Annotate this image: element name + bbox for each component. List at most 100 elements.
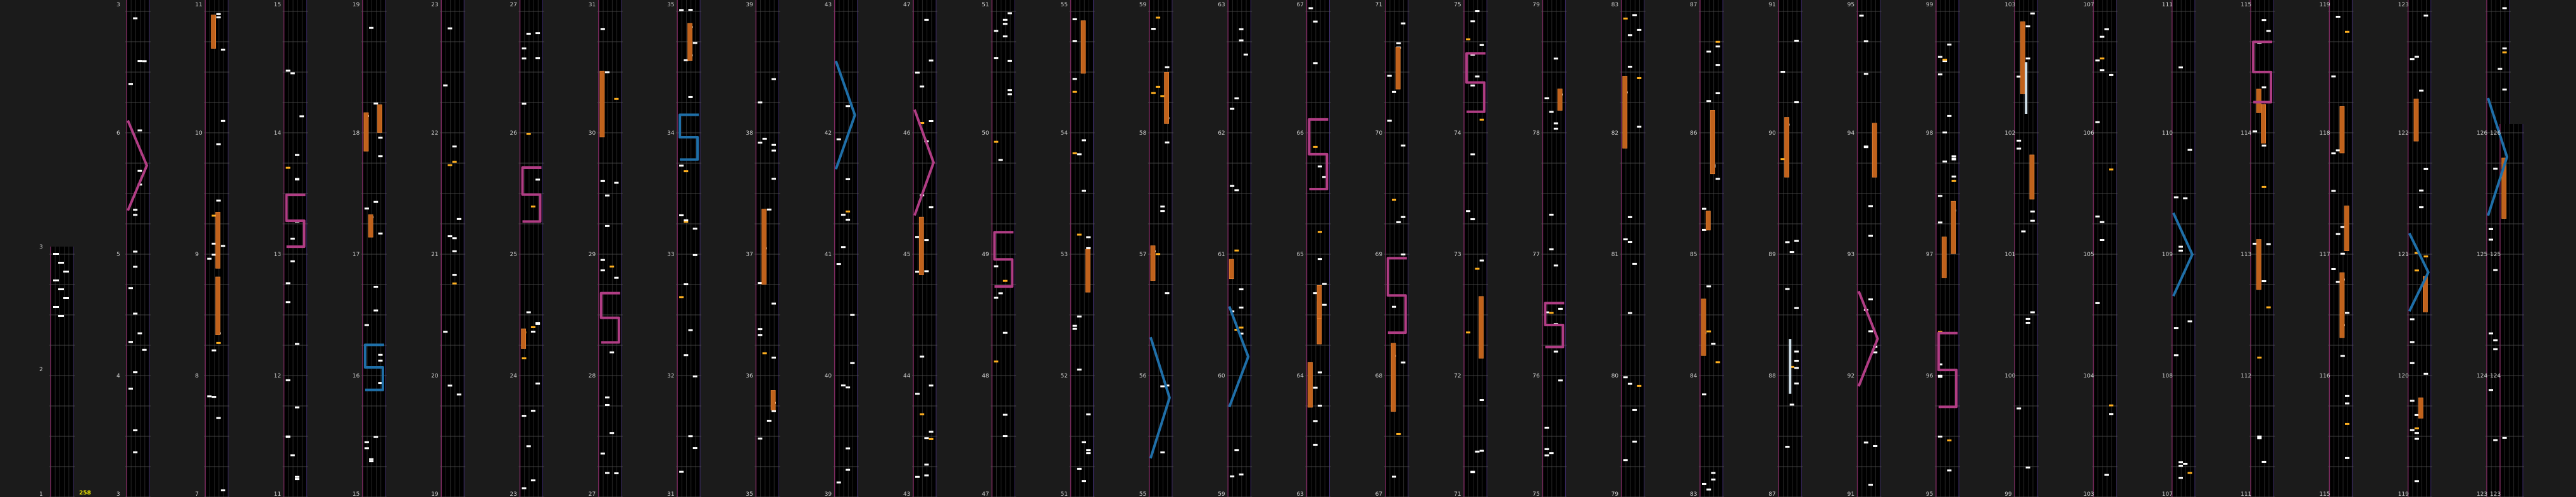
tap-note [1632, 262, 1637, 265]
tap-note [1544, 448, 1549, 450]
break-note [2261, 185, 2267, 188]
break-note [2345, 422, 2349, 425]
break-note [452, 161, 457, 163]
tap-note [1637, 28, 1642, 31]
measure-number: 4 [116, 373, 120, 379]
measure-number: 44 [903, 373, 911, 379]
tap-note [1942, 132, 1948, 134]
tap-note [53, 253, 59, 255]
measure-number: 25 [510, 252, 517, 258]
tap-note [295, 478, 299, 481]
break-note [1077, 233, 1082, 236]
measure-number: 103 [2004, 2, 2015, 8]
measure-number: 50 [982, 130, 989, 137]
tap-note [2493, 348, 2498, 350]
break-note [920, 413, 925, 415]
measure-number: 114 [2241, 130, 2251, 137]
tap-note [1234, 189, 1239, 192]
tap-note [2187, 149, 2192, 151]
break-note [1637, 77, 1642, 79]
measure-number: 113 [2241, 252, 2251, 258]
break-note [1466, 38, 1471, 40]
tap-note [1706, 488, 1711, 491]
tap-note [1003, 35, 1008, 38]
tap-note [2493, 439, 2498, 441]
tap-note [452, 237, 457, 240]
tap-note [1947, 114, 1952, 117]
tap-note [456, 218, 461, 220]
measure-number: 19 [431, 491, 439, 497]
hold-note [215, 212, 221, 269]
tap-note [605, 224, 610, 227]
column-23-lane [1857, 0, 1880, 497]
measure-number: 119 [2319, 2, 2330, 8]
break-note [928, 438, 934, 440]
measure-number: 123 [2398, 2, 2409, 8]
tap-note [836, 481, 841, 484]
tap-note [1863, 441, 1868, 444]
tap-note [1317, 258, 1322, 261]
break-note [684, 170, 689, 173]
tap-note [766, 419, 772, 422]
tap-note [928, 206, 934, 209]
measure-number: 55 [1061, 2, 1068, 8]
tap-note [299, 115, 304, 118]
tap-note [364, 207, 369, 210]
hold-note [2256, 239, 2261, 290]
tap-note [1868, 330, 1873, 333]
tap-note [2493, 168, 2498, 170]
tap-note [2410, 400, 2415, 402]
tap-note [1313, 386, 1318, 389]
measure-number: 111 [2162, 2, 2173, 8]
tap-note [2179, 461, 2183, 463]
tap-note [1077, 153, 1082, 156]
tap-note [1160, 451, 1165, 453]
tap-note [1401, 216, 1406, 218]
measure-number: 19 [353, 2, 360, 8]
tap-note [924, 437, 929, 439]
chart-canvas: 321 258 3345671189101115121314151916171819… [39, 0, 2524, 497]
tap-note [2414, 480, 2419, 482]
measure-number: 3 [116, 2, 120, 8]
tap-note [1160, 385, 1165, 388]
tap-note [1317, 165, 1322, 168]
tap-note [53, 306, 59, 308]
tap-note [1951, 157, 1956, 160]
tap-note [1396, 42, 1401, 45]
measure-number: 115 [2319, 491, 2330, 497]
measure-number: 106 [2084, 130, 2094, 137]
measure-number: 63 [1218, 2, 1225, 8]
tap-note [369, 460, 374, 463]
hold-note [1557, 89, 1563, 111]
break-note [2099, 57, 2104, 59]
tap-note [535, 32, 541, 35]
tap-note [1549, 452, 1554, 455]
measure-number: 126 [2477, 130, 2487, 137]
break-note [1942, 58, 1948, 61]
tap-note [1549, 248, 1554, 250]
hold-note [1085, 248, 1091, 293]
tap-note [605, 403, 610, 406]
tap-note [285, 301, 291, 304]
column-6-lane [520, 0, 543, 497]
measure-number: 59 [1218, 491, 1225, 497]
measure-number: 33 [667, 252, 674, 258]
hold-note [521, 328, 526, 349]
measure-number: 7 [195, 491, 199, 497]
tap-note [2423, 168, 2429, 170]
measure-number: 117 [2319, 252, 2330, 258]
tap-note [2493, 269, 2498, 271]
measure-number: 65 [1297, 252, 1304, 258]
break-note [447, 164, 453, 166]
measure-number: 13 [274, 252, 281, 258]
tap-note [443, 331, 448, 333]
measure-number: 79 [1532, 2, 1540, 8]
measure-number: 34 [667, 130, 675, 137]
tap-note [600, 180, 605, 182]
break-note [1466, 331, 1471, 334]
measure-number: 99 [1926, 2, 1934, 8]
measure-number: 54 [1061, 130, 1068, 137]
column-19-lane [1542, 0, 1566, 497]
tap-note [1706, 285, 1711, 288]
lanes-layer [49, 0, 2524, 497]
